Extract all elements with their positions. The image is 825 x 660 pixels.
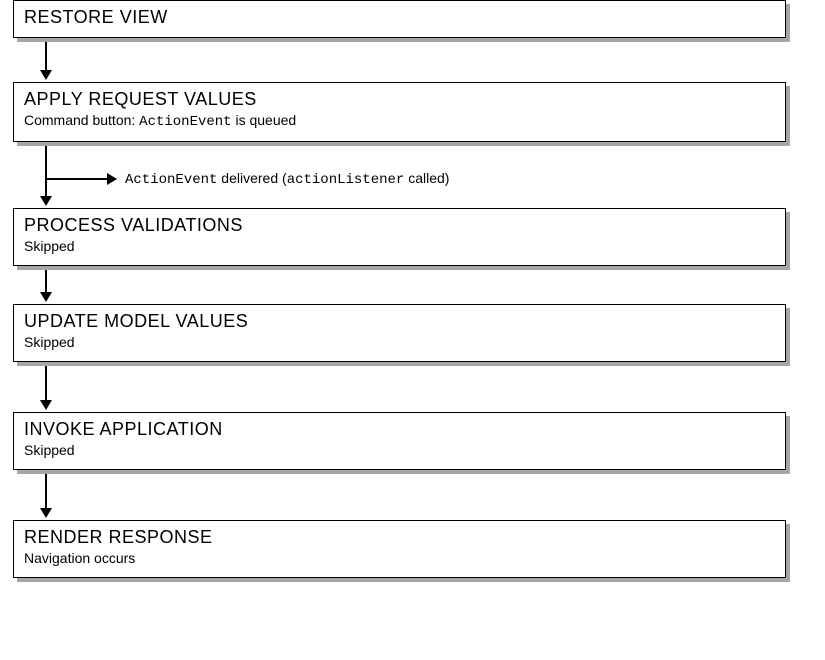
phase-subtext: Skipped [24, 442, 775, 458]
phase-subtext: Navigation occurs [24, 550, 775, 566]
branch-arrow: ActionEvent delivered (actionListener ca… [47, 170, 449, 188]
phase-invoke-application: INVOKE APPLICATION Skipped [13, 412, 786, 470]
text: delivered ( [217, 170, 286, 186]
code-text: actionListener [287, 172, 405, 188]
phase-subtext: Skipped [24, 334, 775, 350]
phase-apply-request-values: APPLY REQUEST VALUES Command button: Act… [13, 82, 786, 142]
phase-process-validations: PROCESS VALIDATIONS Skipped [13, 208, 786, 266]
text: is queued [232, 112, 297, 128]
arrow-right-icon [107, 173, 117, 185]
phase-title: INVOKE APPLICATION [24, 419, 775, 440]
phase-title: UPDATE MODEL VALUES [24, 311, 775, 332]
branch-label: ActionEvent delivered (actionListener ca… [125, 170, 449, 188]
code-text: ActionEvent [125, 172, 217, 188]
phase-render-response: RENDER RESPONSE Navigation occurs [13, 520, 786, 578]
text: called) [404, 170, 449, 186]
phase-title: APPLY REQUEST VALUES [24, 89, 775, 110]
phase-subtext: Skipped [24, 238, 775, 254]
code-text: ActionEvent [139, 114, 231, 130]
phase-title: RENDER RESPONSE [24, 527, 775, 548]
text: Command button: [24, 112, 139, 128]
phase-subtext: Command button: ActionEvent is queued [24, 112, 775, 130]
phase-title: RESTORE VIEW [24, 7, 775, 28]
phase-restore-view: RESTORE VIEW [13, 0, 786, 38]
phase-update-model-values: UPDATE MODEL VALUES Skipped [13, 304, 786, 362]
phase-title: PROCESS VALIDATIONS [24, 215, 775, 236]
